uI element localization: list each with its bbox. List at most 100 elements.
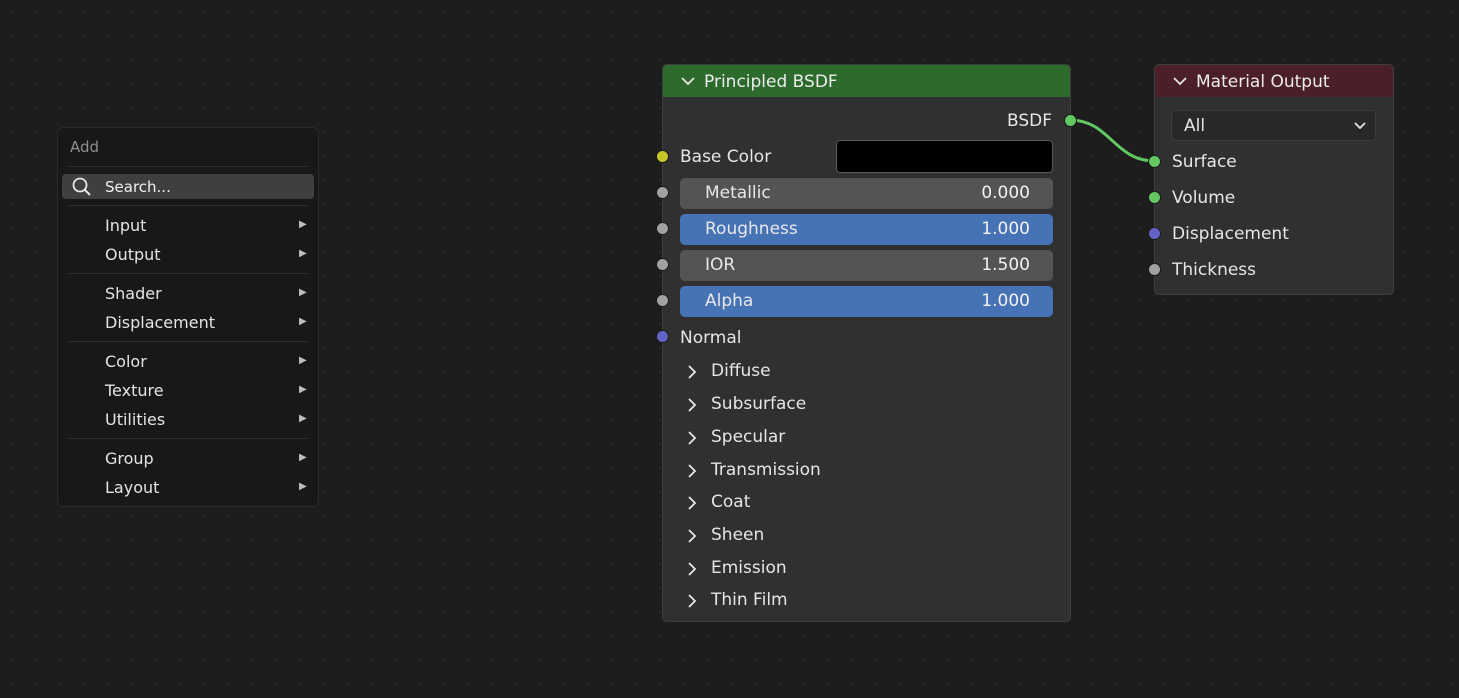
menu-item-utilities[interactable]: Utilities ▶	[58, 406, 318, 433]
base-color-socket[interactable]	[656, 150, 669, 163]
submenu-arrow-icon: ▶	[299, 355, 307, 366]
panel-transmission[interactable]: Transmission	[683, 457, 1043, 485]
alpha-slider[interactable]: Alpha 1.000	[680, 286, 1053, 317]
panel-label: Coat	[711, 492, 751, 512]
menu-item-shader[interactable]: Shader ▶	[58, 280, 318, 307]
thickness-label: Thickness	[1172, 260, 1257, 280]
menu-item-displacement[interactable]: Displacement ▶	[58, 309, 318, 336]
output-socket-label: BSDF	[1006, 111, 1052, 131]
menu-item-texture[interactable]: Texture ▶	[58, 377, 318, 404]
normal-label: Normal	[680, 328, 742, 348]
chevron-right-icon	[688, 594, 697, 608]
alpha-socket[interactable]	[656, 294, 669, 307]
displacement-label: Displacement	[1172, 224, 1289, 244]
submenu-arrow-icon: ▶	[299, 481, 307, 492]
field-label: Alpha	[705, 291, 754, 311]
roughness-socket[interactable]	[656, 222, 669, 235]
volume-socket[interactable]	[1148, 191, 1161, 204]
field-value: 0.000	[981, 183, 1030, 203]
menu-separator	[68, 341, 308, 342]
add-menu-title: Add	[70, 138, 100, 156]
panel-thin-film[interactable]: Thin Film	[683, 587, 1043, 615]
menu-item-label: Utilities	[105, 410, 166, 429]
menu-item-label: Shader	[105, 284, 162, 303]
surface-label: Surface	[1172, 152, 1237, 172]
chevron-right-icon	[688, 529, 697, 543]
panel-sheen[interactable]: Sheen	[683, 522, 1043, 550]
search-input[interactable]: Search...	[62, 174, 314, 199]
field-label: IOR	[705, 255, 736, 275]
chevron-right-icon	[688, 464, 697, 478]
panel-emission[interactable]: Emission	[683, 555, 1043, 583]
chevron-right-icon	[688, 398, 697, 412]
submenu-arrow-icon: ▶	[299, 248, 307, 259]
panel-label: Sheen	[711, 525, 765, 545]
panel-label: Thin Film	[711, 590, 788, 610]
field-value: 1.000	[981, 291, 1030, 311]
metallic-socket[interactable]	[656, 186, 669, 199]
menu-separator	[68, 166, 308, 167]
menu-item-layout[interactable]: Layout ▶	[58, 474, 318, 501]
chevron-down-icon[interactable]	[1172, 73, 1188, 89]
ior-field[interactable]: IOR 1.500	[680, 250, 1053, 281]
surface-socket[interactable]	[1148, 155, 1161, 168]
menu-item-input[interactable]: Input ▶	[58, 212, 318, 239]
submenu-arrow-icon: ▶	[299, 287, 307, 298]
menu-item-color[interactable]: Color ▶	[58, 348, 318, 375]
target-dropdown[interactable]: All	[1171, 110, 1376, 141]
menu-item-label: Displacement	[105, 313, 215, 332]
submenu-arrow-icon: ▶	[299, 316, 307, 327]
menu-item-label: Texture	[105, 381, 164, 400]
node-header[interactable]: Material Output	[1155, 65, 1393, 97]
panel-label: Transmission	[711, 460, 821, 480]
menu-separator	[68, 438, 308, 439]
field-value: 1.500	[981, 255, 1030, 275]
submenu-arrow-icon: ▶	[299, 384, 307, 395]
submenu-arrow-icon: ▶	[299, 413, 307, 424]
field-value: 1.000	[981, 219, 1030, 239]
panel-diffuse[interactable]: Diffuse	[683, 358, 1043, 386]
menu-item-label: Output	[105, 245, 161, 264]
base-color-swatch[interactable]	[836, 140, 1053, 173]
panel-label: Specular	[711, 427, 786, 447]
material-output-node[interactable]: Material Output All Surface Volume Displ…	[1154, 64, 1394, 295]
submenu-arrow-icon: ▶	[299, 219, 307, 230]
menu-item-label: Group	[105, 449, 154, 468]
menu-separator	[68, 205, 308, 206]
ior-socket[interactable]	[656, 258, 669, 271]
bsdf-output-socket[interactable]	[1064, 114, 1077, 127]
chevron-down-icon	[1354, 122, 1366, 130]
panel-label: Emission	[711, 558, 787, 578]
panel-subsurface[interactable]: Subsurface	[683, 391, 1043, 419]
menu-item-label: Input	[105, 216, 147, 235]
base-color-label: Base Color	[680, 147, 772, 167]
field-label: Metallic	[705, 183, 771, 203]
chevron-right-icon	[688, 562, 697, 576]
chevron-right-icon	[688, 365, 697, 379]
search-icon	[72, 177, 91, 196]
add-menu: Add Search... Input ▶ Output ▶ Shader ▶ …	[57, 127, 319, 507]
panel-specular[interactable]: Specular	[683, 424, 1043, 452]
panel-label: Diffuse	[711, 361, 771, 381]
chevron-down-icon[interactable]	[680, 73, 696, 89]
menu-item-label: Color	[105, 352, 147, 371]
field-label: Roughness	[705, 219, 798, 239]
node-header[interactable]: Principled BSDF	[663, 65, 1070, 97]
roughness-slider[interactable]: Roughness 1.000	[680, 214, 1053, 245]
normal-socket[interactable]	[656, 330, 669, 343]
menu-item-output[interactable]: Output ▶	[58, 241, 318, 268]
chevron-right-icon	[688, 431, 697, 445]
menu-item-label: Layout	[105, 478, 160, 497]
principled-bsdf-node[interactable]: Principled BSDF BSDF Base Color Metallic…	[662, 64, 1071, 622]
chevron-right-icon	[688, 496, 697, 510]
thickness-socket[interactable]	[1148, 263, 1161, 276]
metallic-slider[interactable]: Metallic 0.000	[680, 178, 1053, 209]
volume-label: Volume	[1172, 188, 1236, 208]
menu-separator	[68, 273, 308, 274]
node-title: Principled BSDF	[704, 72, 838, 92]
displacement-socket[interactable]	[1148, 227, 1161, 240]
menu-item-group[interactable]: Group ▶	[58, 445, 318, 472]
node-title: Material Output	[1196, 72, 1330, 92]
target-value: All	[1184, 116, 1206, 136]
panel-coat[interactable]: Coat	[683, 489, 1043, 517]
